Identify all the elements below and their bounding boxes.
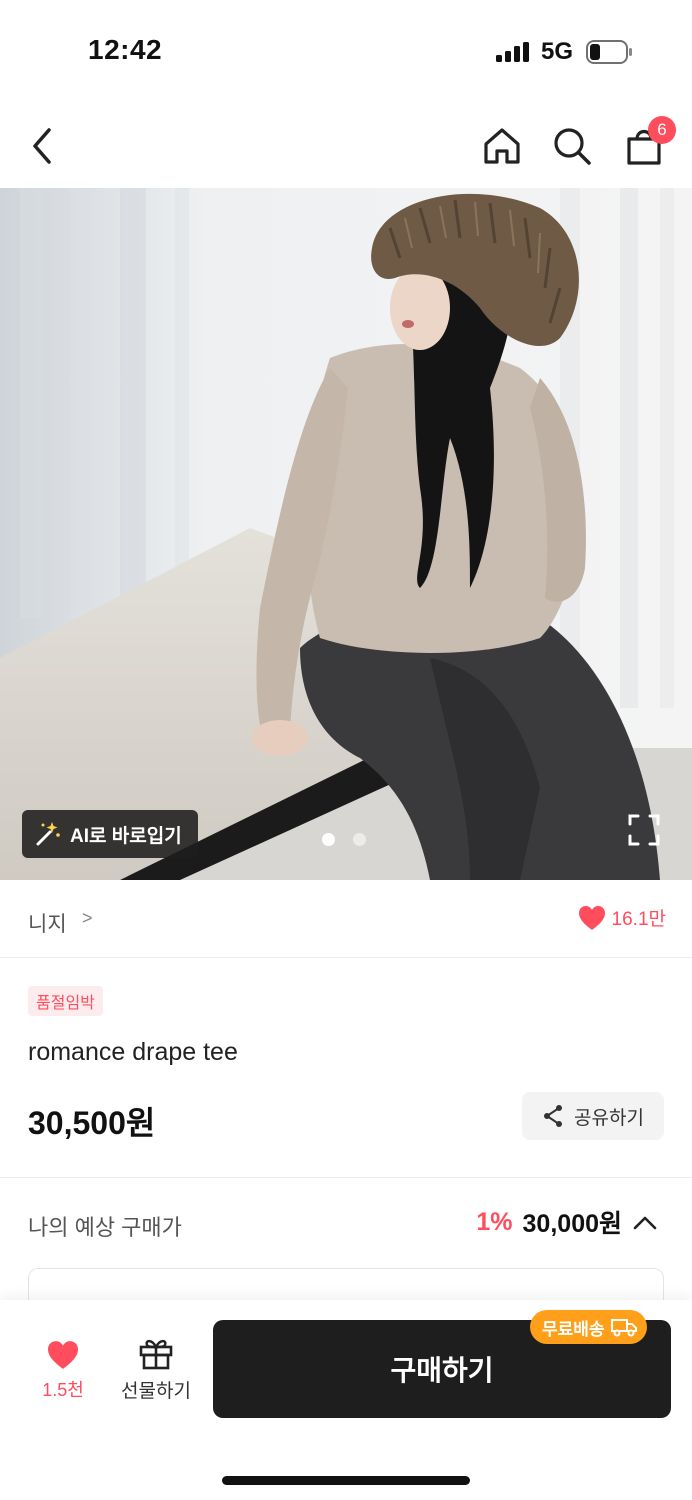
carousel-dot[interactable] <box>353 833 366 846</box>
home-button[interactable] <box>478 122 526 170</box>
back-button[interactable] <box>18 122 66 170</box>
home-icon <box>484 128 520 164</box>
brand-row[interactable]: 니지 > 16.1만 <box>0 880 692 958</box>
status-time: 12:42 <box>88 34 163 65</box>
ai-try-on-label: AI로 바로입기 <box>70 825 182 847</box>
expected-price-value: 30,000원 <box>522 1210 622 1238</box>
heart-icon <box>578 905 605 930</box>
like-count: 1.5천 <box>42 1380 84 1400</box>
product-name: romance drape tee <box>28 1038 238 1066</box>
magic-wand-icon <box>36 822 60 846</box>
brand-like[interactable]: 16.1만 <box>578 904 666 931</box>
share-button[interactable]: 공유하기 <box>522 1092 664 1140</box>
battery-icon <box>586 40 632 64</box>
status-badge: 품절임박 <box>28 986 103 1016</box>
carousel-indicator <box>322 833 366 846</box>
share-icon <box>544 1105 563 1127</box>
gift-label: 선물하기 <box>121 1381 191 1402</box>
product-photo <box>0 188 692 880</box>
bottom-action-bar: 1.5천 선물하기 구매하기 무료배송 <box>0 1300 692 1500</box>
cart-button[interactable]: 6 <box>618 116 676 170</box>
status-bar: 12:42 5G <box>0 0 692 100</box>
signal-icon <box>496 42 529 62</box>
gift-icon <box>139 1339 173 1370</box>
expand-icon[interactable] <box>626 812 662 848</box>
carousel-dot-active[interactable] <box>322 833 335 846</box>
top-nav: 6 <box>0 100 692 188</box>
network-type: 5G <box>541 38 574 65</box>
brand-like-count: 16.1만 <box>611 909 666 930</box>
free-shipping-badge: 무료배송 <box>530 1310 647 1344</box>
discount-rate: 1% <box>476 1207 513 1236</box>
expected-price-row[interactable]: 나의 예상 구매가 1% 30,000원 <box>0 1178 692 1268</box>
home-indicator <box>222 1476 470 1485</box>
product-price: 30,500원 <box>28 1105 156 1141</box>
back-arrow-icon <box>33 128 51 164</box>
share-label: 공유하기 <box>574 1107 644 1129</box>
expected-price-summary[interactable]: 1% 30,000원 <box>476 1204 658 1240</box>
brand-name[interactable]: 니지 <box>28 908 67 938</box>
expected-price-label: 나의 예상 구매가 <box>28 1215 182 1240</box>
chevron-up-icon[interactable] <box>632 1213 658 1231</box>
free-shipping-label: 무료배송 <box>542 1319 605 1339</box>
search-button[interactable] <box>548 122 596 170</box>
heart-icon <box>48 1341 78 1369</box>
buy-label: 구매하기 <box>390 1355 494 1386</box>
product-image-carousel[interactable]: AI로 바로입기 <box>0 188 692 880</box>
like-button[interactable]: 1.5천 <box>30 1340 96 1402</box>
ai-try-on-button[interactable]: AI로 바로입기 <box>22 810 198 858</box>
gift-button[interactable]: 선물하기 <box>116 1336 196 1403</box>
search-icon <box>554 128 591 165</box>
truck-icon <box>610 1319 637 1337</box>
brand-arrow-icon: > <box>82 908 93 928</box>
product-info: 품절임박 romance drape tee 30,500원 공유하기 <box>0 958 692 1178</box>
cart-count-badge: 6 <box>648 116 676 144</box>
